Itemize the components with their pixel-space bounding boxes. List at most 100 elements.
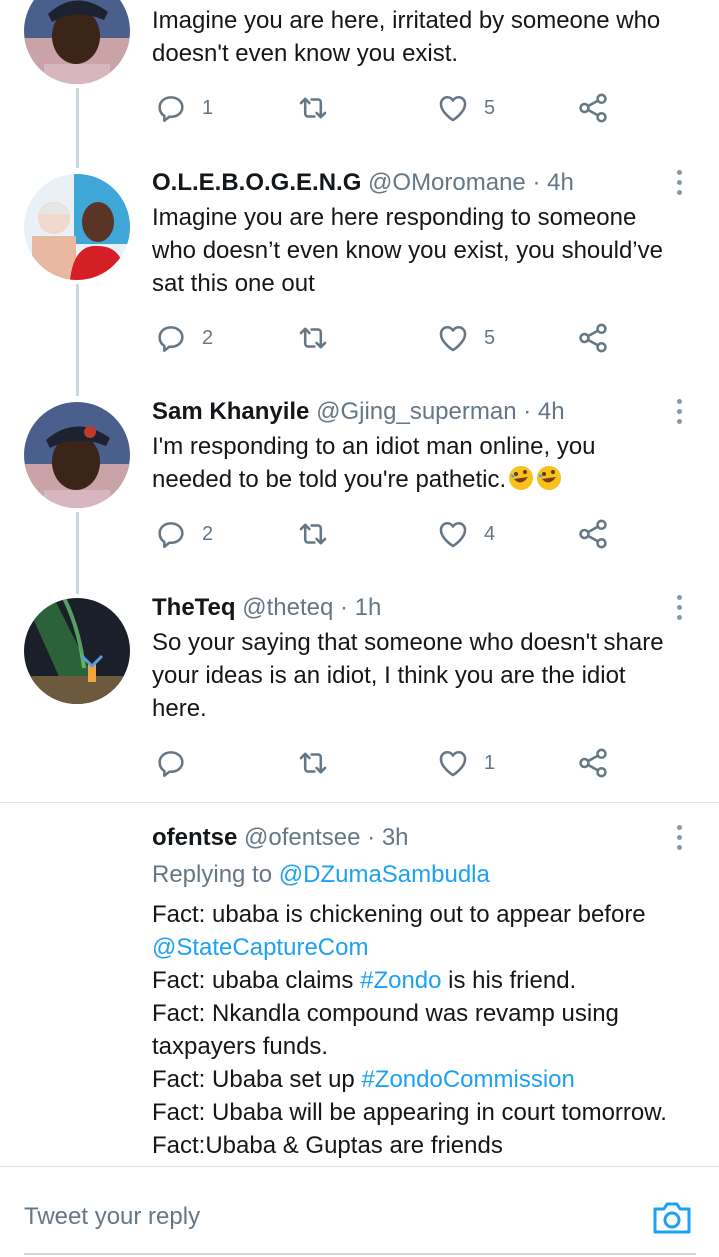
reply-icon <box>154 321 188 355</box>
replying-to: Replying to @DZumaSambudla <box>152 860 490 890</box>
reply-icon <box>154 746 188 780</box>
share-button[interactable] <box>576 745 610 781</box>
avatar[interactable] <box>24 174 130 280</box>
timestamp: 3h <box>381 824 409 851</box>
hashtag-link[interactable]: #ZondoCommission <box>361 1066 574 1093</box>
dot-separator: · <box>532 169 541 196</box>
retweet-icon <box>296 746 330 780</box>
reply-button[interactable]: 2 <box>154 320 213 356</box>
dot-separator: · <box>523 398 532 425</box>
like-button[interactable]: 4 <box>436 516 495 552</box>
more-options-icon[interactable] <box>666 822 692 852</box>
like-button[interactable]: 5 <box>436 90 495 126</box>
tweet-line: Fact:Ubaba & Guptas are friends <box>152 1132 503 1159</box>
rolling-on-floor-laughing-icon <box>509 466 534 490</box>
camera-icon[interactable] <box>650 1195 694 1239</box>
tweet-text: Imagine you are here responding to someo… <box>152 204 663 297</box>
like-count: 4 <box>484 522 496 545</box>
display-name[interactable]: TheTeq <box>152 594 236 621</box>
share-icon <box>576 517 610 551</box>
tweet-line: Fact: Ubaba will be appearing in court t… <box>152 1099 667 1126</box>
tweet-actions: 1 <box>152 745 622 781</box>
like-count: 5 <box>484 326 496 349</box>
like-button[interactable]: 1 <box>436 745 495 781</box>
like-count: 5 <box>484 96 496 119</box>
handle[interactable]: @ofentsee <box>244 824 360 851</box>
tweet-line: taxpayers funds. <box>152 1033 329 1060</box>
tweet-line: @StateCaptureCom <box>152 931 712 964</box>
retweet-button[interactable] <box>296 745 330 781</box>
thread-line <box>76 88 79 168</box>
reply-button[interactable]: 2 <box>154 516 213 552</box>
more-options-icon[interactable] <box>666 592 692 622</box>
share-button[interactable] <box>576 516 610 552</box>
replying-to-label: Replying to <box>152 861 273 888</box>
hashtag-link[interactable]: #Zondo <box>360 967 441 994</box>
avatar[interactable] <box>24 598 130 704</box>
avatar[interactable] <box>24 402 130 508</box>
more-options-icon[interactable] <box>666 167 692 197</box>
thread-line <box>76 512 79 594</box>
mention-link[interactable]: @StateCaptureCom <box>152 934 368 961</box>
share-button[interactable] <box>576 90 610 126</box>
tweet-line: Fact: ubaba claims #Zondo is his friend. <box>152 964 712 997</box>
like-button[interactable]: 5 <box>436 320 495 356</box>
handle[interactable]: @OMoromane <box>368 169 526 196</box>
tweet-actions: 2 5 <box>152 320 622 356</box>
like-count: 1 <box>484 751 496 774</box>
tweet-actions: 1 5 <box>152 90 622 126</box>
tweet-text: I'm responding to an idiot man online, y… <box>152 430 702 496</box>
retweet-icon <box>296 321 330 355</box>
mention-link[interactable]: @DZumaSambudla <box>279 861 490 888</box>
retweet-button[interactable] <box>296 516 330 552</box>
display-name[interactable]: ofentse <box>152 824 237 851</box>
heart-icon <box>436 746 470 780</box>
dot-separator: · <box>367 824 376 851</box>
tweet-header: ofentse @ofentsee · 3h <box>152 823 409 853</box>
timestamp: 1h <box>354 594 382 621</box>
avatar[interactable] <box>24 0 130 84</box>
input-underline <box>24 1253 696 1255</box>
tweet-line-text: Fact: ubaba claims <box>152 967 361 994</box>
reply-count: 1 <box>202 96 214 119</box>
reply-count: 2 <box>202 522 214 545</box>
tweet-text: Imagine you are here, irritated by someo… <box>152 7 661 67</box>
tweet-header: Sam Khanyile @Gjing_superman · 4h <box>152 397 565 427</box>
reply-button[interactable] <box>154 745 188 781</box>
more-options-icon[interactable] <box>666 396 692 426</box>
retweet-icon <box>296 91 330 125</box>
reply-button[interactable]: 1 <box>154 90 213 126</box>
retweet-button[interactable] <box>296 90 330 126</box>
dot-separator: · <box>340 594 348 621</box>
heart-icon <box>436 517 470 551</box>
handle[interactable]: @theteq <box>242 594 333 621</box>
tweet-line: Fact: Ubaba set up #ZondoCommission <box>152 1063 712 1096</box>
rolling-on-floor-laughing-icon <box>537 466 562 490</box>
reply-count: 2 <box>202 326 214 349</box>
tweet-line-text: is his friend. <box>441 967 577 994</box>
retweet-icon <box>296 517 330 551</box>
display-name[interactable]: O.L.E.B.O.G.E.N.G <box>152 169 361 196</box>
share-button[interactable] <box>576 320 610 356</box>
reply-icon <box>154 91 188 125</box>
heart-icon <box>436 91 470 125</box>
timestamp: 4h <box>537 398 565 425</box>
tweet-actions: 2 4 <box>152 516 622 552</box>
tweet-text: So your saying that someone who doesn't … <box>152 629 664 722</box>
timestamp: 4h <box>547 169 574 196</box>
tweet-line: Fact: ubaba is chickening out to appear … <box>152 901 646 928</box>
divider <box>0 802 719 803</box>
tweet-line-text: Fact: Ubaba set up <box>152 1066 362 1093</box>
thread-line <box>76 284 79 396</box>
tweet-header: TheTeq @theteq · 1h <box>152 593 381 623</box>
share-icon <box>576 91 610 125</box>
handle[interactable]: @Gjing_superman <box>316 398 516 425</box>
reply-input[interactable]: Tweet your reply <box>24 1203 200 1231</box>
reply-composer: Tweet your reply <box>0 1166 719 1257</box>
retweet-button[interactable] <box>296 320 330 356</box>
display-name[interactable]: Sam Khanyile <box>152 398 309 425</box>
tweet-header: O.L.E.B.O.G.E.N.G @OMoromane · 4h <box>152 168 574 198</box>
heart-icon <box>436 321 470 355</box>
reply-icon <box>154 517 188 551</box>
tweet-line: Fact: Nkandla compound was revamp using <box>152 1000 619 1027</box>
